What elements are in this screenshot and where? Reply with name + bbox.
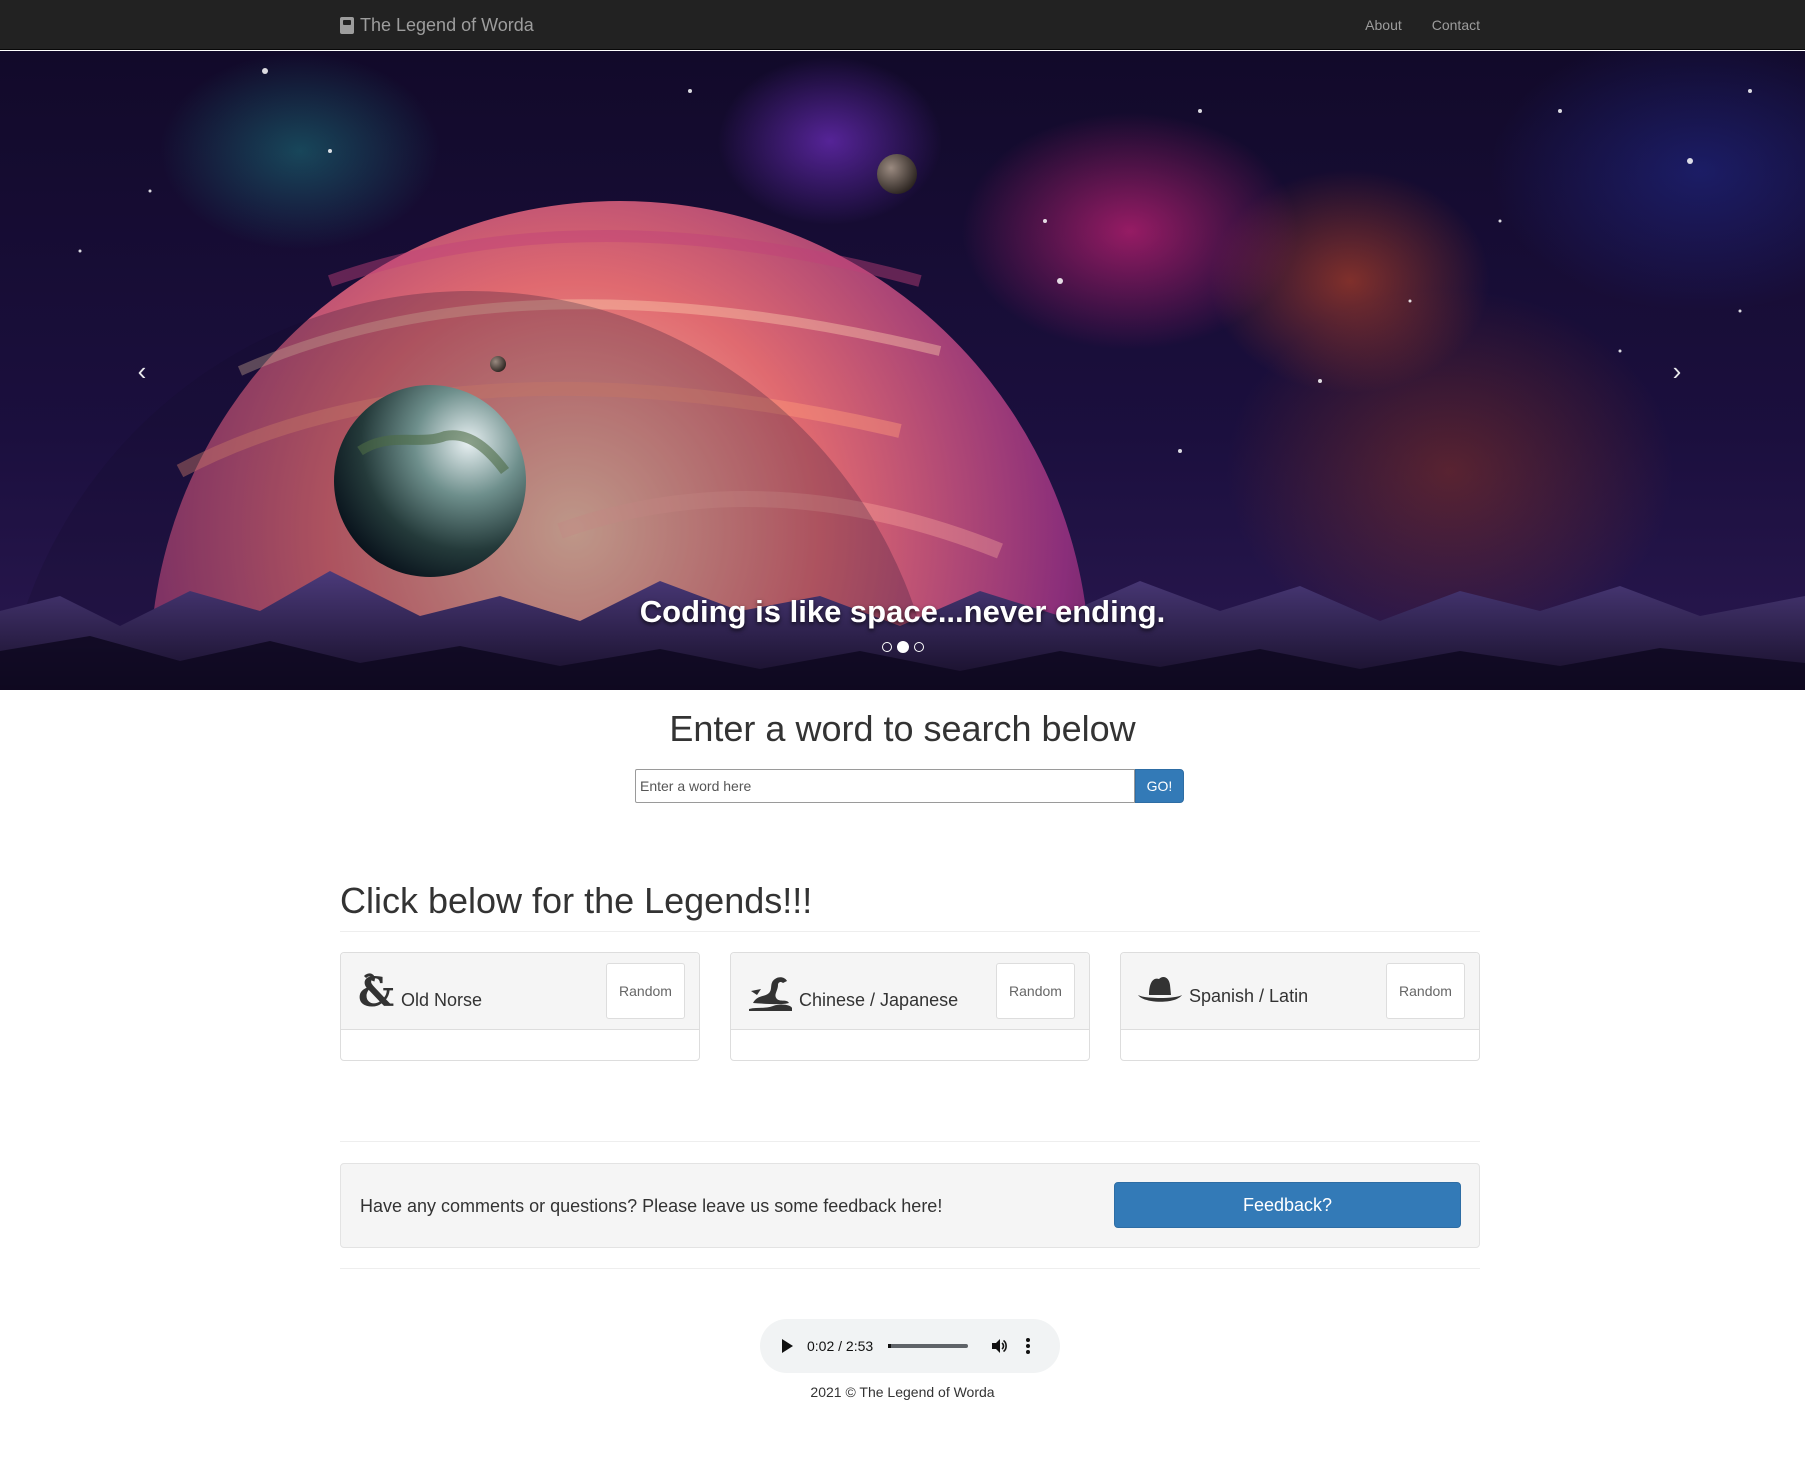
divider bbox=[340, 1141, 1480, 1142]
footer-copyright: 2021 © The Legend of Worda bbox=[810, 1384, 995, 1400]
carousel-prev-button[interactable]: ‹ bbox=[122, 351, 162, 391]
legend-panel-chinese-japanese: Chinese / Japanese Random bbox=[730, 952, 1090, 1061]
panel-title[interactable]: Spanish / Latin bbox=[1137, 973, 1308, 1007]
legend-panel-old-norse: & Old Norse Random bbox=[340, 952, 700, 1061]
panel-title-text: Spanish / Latin bbox=[1189, 986, 1309, 1006]
random-button-old-norse[interactable]: Random bbox=[606, 963, 685, 1019]
panel-title-text: Chinese / Japanese bbox=[799, 990, 959, 1010]
nav-about-link[interactable]: About bbox=[1365, 17, 1402, 33]
dragon-icon bbox=[749, 977, 792, 1011]
search-form: GO! bbox=[635, 769, 1184, 803]
carousel-indicator[interactable] bbox=[913, 642, 924, 652]
audio-time: 0:02 / 2:53 bbox=[807, 1338, 874, 1354]
book-icon bbox=[340, 16, 354, 34]
audio-progress-slider[interactable] bbox=[888, 1344, 969, 1348]
brand-link[interactable]: The Legend of Worda bbox=[340, 0, 534, 50]
search-heading: Enter a word to search below bbox=[669, 708, 1136, 749]
panel-heading: Chinese / Japanese Random bbox=[731, 953, 1089, 1030]
panel-title-text: Old Norse bbox=[401, 990, 483, 1010]
dragon-ampersand-icon: & bbox=[358, 973, 394, 1011]
more-options-icon[interactable] bbox=[1026, 1338, 1031, 1354]
panel-heading: Spanish / Latin Random bbox=[1121, 953, 1479, 1030]
play-icon[interactable] bbox=[782, 1339, 793, 1353]
carousel-caption: Coding is like space...never ending. bbox=[639, 594, 1166, 629]
divider bbox=[340, 1268, 1480, 1269]
hero-carousel: ‹ › Coding is like space...never ending. bbox=[0, 51, 1805, 690]
volume-icon[interactable] bbox=[990, 1337, 1008, 1355]
nav-contact-link[interactable]: Contact bbox=[1432, 17, 1480, 33]
panel-title[interactable]: Chinese / Japanese bbox=[747, 973, 958, 1011]
hat-cowboy-icon bbox=[1138, 977, 1182, 1002]
legends-heading: Click below for the Legends!!! bbox=[340, 880, 813, 921]
carousel-indicator[interactable] bbox=[881, 642, 892, 652]
audio-player: 0:02 / 2:53 bbox=[760, 1319, 1060, 1373]
feedback-well: Have any comments or questions? Please l… bbox=[340, 1163, 1480, 1248]
svg-text:&: & bbox=[358, 973, 394, 1011]
chevron-left-icon: ‹ bbox=[137, 355, 147, 386]
random-button-chinese-japanese[interactable]: Random bbox=[996, 963, 1075, 1019]
nav-links: About Contact bbox=[1335, 0, 1480, 50]
panel-heading: & Old Norse Random bbox=[341, 953, 699, 1030]
carousel-next-button[interactable]: › bbox=[1657, 351, 1697, 391]
search-input[interactable] bbox=[635, 769, 1135, 803]
navbar: The Legend of Worda About Contact bbox=[0, 0, 1805, 50]
carousel-indicator-active[interactable] bbox=[896, 641, 909, 653]
brand-title: The Legend of Worda bbox=[360, 14, 534, 35]
carousel-indicators bbox=[0, 641, 1805, 653]
chevron-right-icon: › bbox=[1672, 355, 1682, 386]
feedback-text: Have any comments or questions? Please l… bbox=[360, 1196, 943, 1216]
divider bbox=[340, 931, 1480, 932]
feedback-button[interactable]: Feedback? bbox=[1114, 1182, 1461, 1228]
go-button[interactable]: GO! bbox=[1135, 769, 1184, 803]
panel-title[interactable]: & Old Norse bbox=[357, 973, 482, 1011]
legend-panel-spanish-latin: Spanish / Latin Random bbox=[1120, 952, 1480, 1061]
random-button-spanish-latin[interactable]: Random bbox=[1386, 963, 1465, 1019]
